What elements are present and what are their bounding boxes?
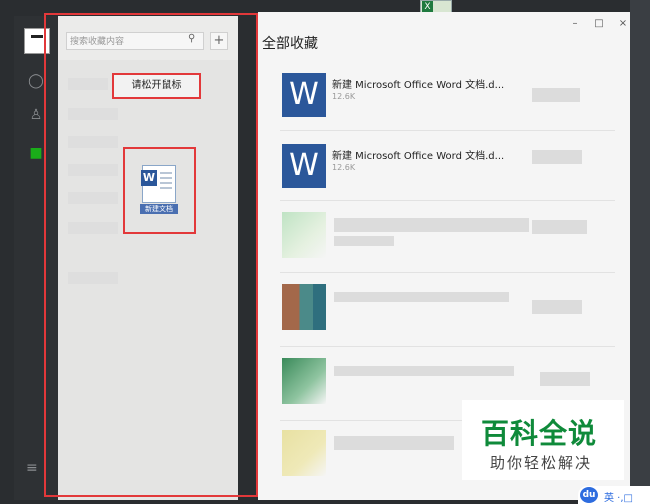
divider <box>280 272 615 273</box>
word-file-icon: W <box>282 73 326 117</box>
blurred-title <box>334 366 514 376</box>
menu-icon[interactable]: ≡ <box>26 460 38 476</box>
divider <box>280 346 615 347</box>
blurred-meta <box>532 88 580 102</box>
divider <box>280 200 615 201</box>
blurred-subtitle <box>334 236 394 246</box>
favorites-icon[interactable]: ■ <box>27 144 45 162</box>
baidu-ime-icon[interactable]: du <box>580 487 598 503</box>
blurred-meta <box>532 300 582 314</box>
dragged-file-label: 新建文档 <box>140 204 178 214</box>
item-name[interactable]: 新建 Microsoft Office Word 文档.d... <box>332 76 504 91</box>
word-file-icon: W <box>282 144 326 188</box>
blurred-meta <box>532 150 582 164</box>
thumbnail-image <box>282 212 326 258</box>
watermark-logo-text: 百科全说 <box>481 417 598 450</box>
drag-hint-label: 请松开鼠标 <box>112 73 201 99</box>
minimize-button[interactable]: – <box>568 18 582 29</box>
blurred-title <box>334 292 509 302</box>
divider <box>280 130 615 131</box>
item-size: 12.6K <box>332 92 356 101</box>
item-name[interactable]: 新建 Microsoft Office Word 文档.d... <box>332 147 504 162</box>
desktop-background <box>630 0 650 504</box>
ime-status-text[interactable]: 英 ·,□ <box>604 489 633 504</box>
blurred-title <box>334 436 454 450</box>
item-size: 12.6K <box>332 163 356 172</box>
thumbnail-image <box>282 358 326 404</box>
chat-icon[interactable]: ◯ <box>27 72 45 90</box>
blurred-title <box>334 218 529 232</box>
blurred-meta <box>532 220 587 234</box>
maximize-button[interactable]: □ <box>592 18 606 29</box>
blurred-meta <box>540 372 590 386</box>
thumbnail-image <box>282 430 326 476</box>
contacts-icon[interactable]: ♙ <box>27 106 45 124</box>
watermark-slogan: 助你轻松解决 <box>490 454 593 472</box>
page-title: 全部收藏 <box>262 36 318 52</box>
word-document-icon[interactable]: W <box>141 165 176 203</box>
close-button[interactable]: × <box>616 18 630 29</box>
thumbnail-image <box>282 284 326 330</box>
